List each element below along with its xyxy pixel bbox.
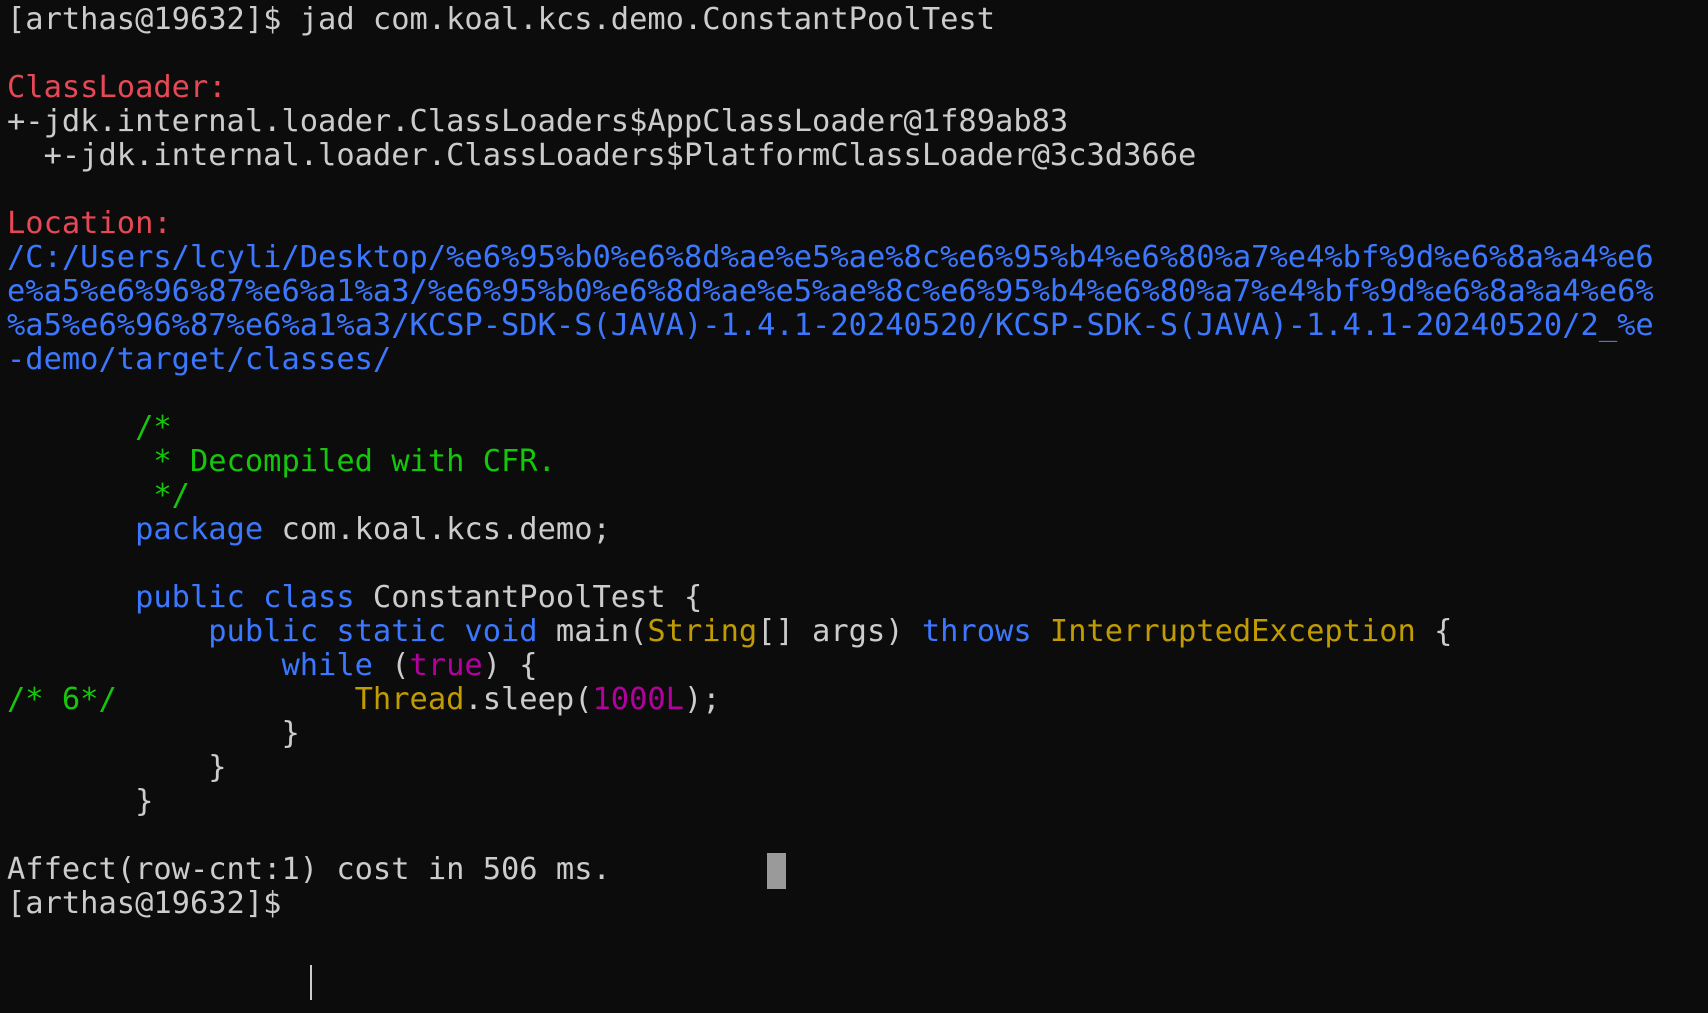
text-cursor — [310, 965, 312, 1000]
terminal-text: ClassLoader: — [7, 70, 227, 105]
terminal-line: * Decompiled with CFR. — [7, 443, 556, 480]
terminal-text: throws — [921, 614, 1032, 649]
terminal-text: /* 6*/ — [7, 682, 117, 717]
terminal-text: %a5%e6%96%87%e6%a1%a3/KCSP-SDK-S(JAVA)-1… — [7, 308, 1654, 343]
terminal-line: } — [7, 783, 153, 820]
terminal-line: +-jdk.internal.loader.ClassLoaders$AppCl… — [7, 103, 1068, 140]
block-cursor — [767, 853, 786, 889]
terminal-line: -demo/target/classes/ — [7, 341, 391, 378]
terminal-text: [arthas@19632]$ — [7, 886, 300, 921]
terminal-text: /* — [7, 410, 172, 445]
terminal-line: package com.koal.kcs.demo; — [7, 511, 611, 548]
terminal-text: ( — [372, 648, 410, 683]
terminal-text: } — [7, 750, 227, 785]
terminal-text: e%a5%e6%96%87%e6%a1%a3/%e6%95%b0%e6%8d%a… — [7, 274, 1654, 309]
terminal-text: } — [7, 784, 154, 819]
terminal-line: */ — [7, 477, 190, 514]
terminal-line: Affect(row-cnt:1) cost in 506 ms. — [7, 851, 611, 888]
terminal-line: %a5%e6%96%87%e6%a1%a3/KCSP-SDK-S(JAVA)-1… — [7, 307, 1654, 344]
terminal-text: void — [464, 614, 538, 649]
terminal-text: public — [208, 614, 319, 649]
terminal-line: [arthas@19632]$ — [7, 885, 300, 922]
terminal-line: public class ConstantPoolTest { — [7, 579, 702, 616]
terminal-text: Affect(row-cnt:1) cost in 506 ms. — [7, 852, 611, 887]
terminal-text: { — [1415, 614, 1453, 649]
terminal-line: while (true) { — [7, 647, 538, 684]
terminal-text: 1000L — [592, 682, 684, 717]
terminal-text: static — [336, 614, 447, 649]
terminal-text: /C:/Users/lcyli/Desktop/%e6%95%b0%e6%8d%… — [7, 240, 1654, 275]
terminal-text: .sleep( — [464, 682, 593, 717]
terminal-text: Location: — [7, 206, 172, 241]
terminal-line: /* — [7, 409, 172, 446]
terminal-text: public — [135, 580, 245, 615]
terminal-text: } — [7, 716, 300, 751]
terminal-line: +-jdk.internal.loader.ClassLoaders$Platf… — [7, 137, 1197, 174]
terminal-line: } — [7, 749, 227, 786]
terminal-line: /C:/Users/lcyli/Desktop/%e6%95%b0%e6%8d%… — [7, 239, 1654, 276]
terminal-text: ConstantPoolTest { — [354, 580, 703, 615]
terminal-text: com.koal.kcs.demo; — [263, 512, 611, 547]
terminal-text: while — [281, 648, 373, 683]
terminal-line: ClassLoader: — [7, 69, 227, 106]
terminal-line: Location: — [7, 205, 172, 242]
terminal-text: +-jdk.internal.loader.ClassLoaders$Platf… — [7, 138, 1197, 173]
terminal-text: ); — [683, 682, 721, 717]
terminal-line: /* 6*/ Thread.sleep(1000L); — [7, 681, 721, 718]
terminal-text: -demo/target/classes/ — [7, 342, 392, 377]
terminal-text: [arthas@19632]$ jad com.koal.kcs.demo.Co… — [7, 2, 996, 37]
terminal-text: class — [263, 580, 355, 615]
terminal-text: +-jdk.internal.loader.ClassLoaders$AppCl… — [7, 104, 1069, 139]
terminal-text: Thread — [354, 682, 465, 717]
terminal-text: */ — [7, 478, 190, 513]
terminal-text: true — [409, 648, 483, 683]
terminal-text: ) { — [482, 648, 538, 683]
terminal-line: e%a5%e6%96%87%e6%a1%a3/%e6%95%b0%e6%8d%a… — [7, 273, 1654, 310]
terminal-text: * Decompiled with CFR. — [7, 444, 556, 479]
terminal-text: package — [135, 512, 264, 547]
terminal-text: [] args) — [757, 614, 922, 649]
terminal-line: [arthas@19632]$ jad com.koal.kcs.demo.Co… — [7, 1, 995, 38]
terminal-text: InterruptedException — [1049, 614, 1416, 649]
terminal-text: main( — [537, 614, 648, 649]
terminal-line: public static void main(String[] args) t… — [7, 613, 1452, 650]
terminal-line: } — [7, 715, 300, 752]
terminal-window[interactable]: [arthas@19632]$ jad com.koal.kcs.demo.Co… — [0, 0, 1708, 1013]
terminal-text: String — [647, 614, 758, 649]
